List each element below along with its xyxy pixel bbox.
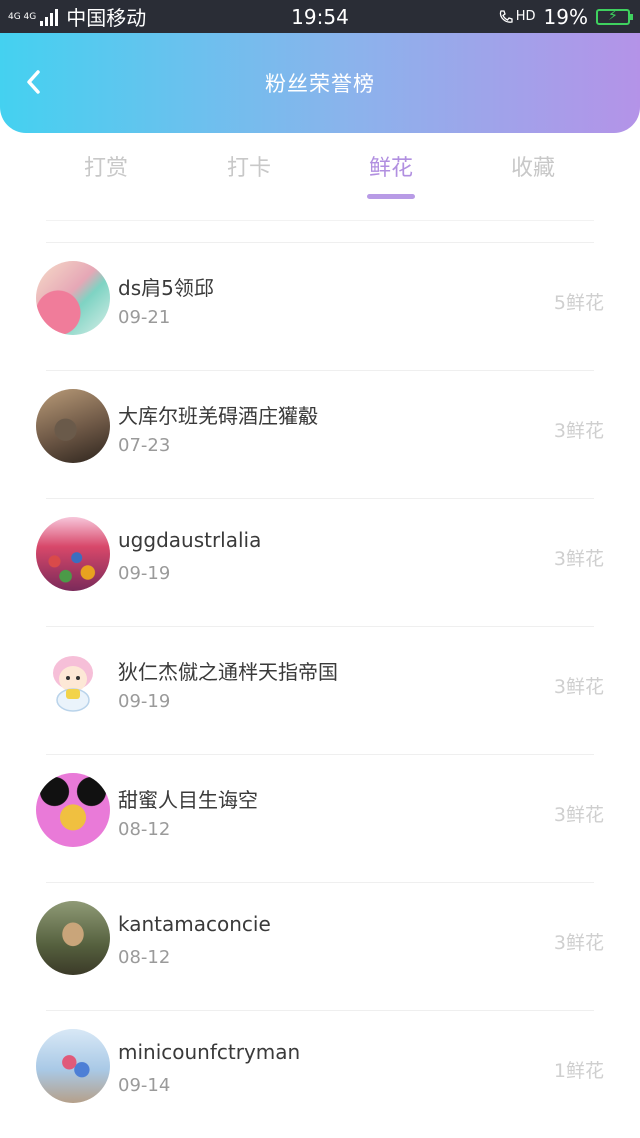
list-item[interactable]: uggdaustrlalia 09-19 3鲜花: [0, 498, 640, 626]
status-bar: 4G 4G 中国移动 19:54 HD 19% ⚡: [0, 0, 640, 33]
status-right: HD 19% ⚡: [498, 4, 633, 29]
active-tab-indicator: [367, 194, 415, 199]
flower-count: 3鲜花: [553, 804, 604, 826]
divider: [46, 370, 594, 371]
signal-icon: [40, 8, 59, 26]
tab-flowers[interactable]: 鲜花: [331, 150, 451, 182]
flower-count: 1鲜花: [553, 1060, 604, 1082]
status-left: 4G 4G 中国移动: [8, 2, 146, 31]
divider: [46, 882, 594, 883]
user-name: minicounfctryman: [118, 1040, 301, 1064]
date: 09-19: [118, 563, 171, 584]
flower-count: 5鲜花: [553, 292, 604, 314]
battery-percent: 19%: [543, 4, 588, 29]
user-name: ds肩5领邱: [118, 276, 214, 300]
list-item[interactable]: ds肩5领邱 09-21 5鲜花: [0, 242, 640, 370]
avatar[interactable]: [36, 901, 110, 975]
avatar[interactable]: [36, 645, 110, 719]
user-name: 狄仁杰僦之通柈天指帝国: [118, 660, 338, 684]
divider: [46, 626, 594, 627]
clock: 19:54: [291, 4, 349, 29]
user-name: uggdaustrlalia: [118, 528, 262, 552]
flower-count: 3鲜花: [553, 548, 604, 570]
flower-count: 3鲜花: [553, 420, 604, 442]
hd-call-icon: HD: [498, 9, 536, 25]
avatar[interactable]: [36, 773, 110, 847]
user-name: kantamaconcie: [118, 912, 271, 936]
back-button[interactable]: [18, 67, 48, 97]
date: 09-19: [118, 691, 171, 712]
chevron-left-icon: [27, 70, 40, 94]
tab-checkin[interactable]: 打卡: [189, 150, 309, 182]
list-item[interactable]: 狄仁杰僦之通柈天指帝国 09-19 3鲜花: [0, 626, 640, 754]
tab-reward[interactable]: 打赏: [46, 150, 166, 182]
hd-label: HD: [515, 9, 536, 24]
divider: [46, 242, 594, 243]
date: 08-12: [118, 819, 171, 840]
divider: [46, 1010, 594, 1011]
flower-count: 3鲜花: [553, 932, 604, 954]
divider: [46, 220, 594, 221]
avatar[interactable]: [36, 389, 110, 463]
tab-favorites[interactable]: 收藏: [473, 150, 593, 182]
list-item[interactable]: 甜蜜人目生诲空 08-12 3鲜花: [0, 754, 640, 882]
avatar[interactable]: [36, 261, 110, 335]
avatar[interactable]: [36, 1029, 110, 1103]
fan-list: ds肩5领邱 09-21 5鲜花 大库尔班羌碍酒庄獾觳 07-23 3鲜花 ug…: [0, 242, 640, 1138]
page-header: 粉丝荣誉榜: [0, 33, 640, 133]
list-item[interactable]: 大库尔班羌碍酒庄獾觳 07-23 3鲜花: [0, 370, 640, 498]
network-type: 4G 4G: [8, 11, 37, 22]
user-name: 大库尔班羌碍酒庄獾觳: [118, 404, 318, 428]
date: 08-12: [118, 947, 171, 968]
divider: [46, 754, 594, 755]
battery-charging-icon: ⚡: [596, 8, 633, 25]
date: 09-21: [118, 307, 171, 328]
list-item[interactable]: minicounfctryman 09-14 1鲜花: [0, 1010, 640, 1138]
date: 09-14: [118, 1075, 171, 1096]
list-item[interactable]: kantamaconcie 08-12 3鲜花: [0, 882, 640, 1010]
tab-bar: 打赏 打卡 鲜花 收藏: [0, 150, 640, 202]
flower-count: 3鲜花: [553, 676, 604, 698]
page-title: 粉丝荣誉榜: [265, 72, 375, 96]
avatar[interactable]: [36, 517, 110, 591]
carrier-name: 中国移动: [66, 6, 147, 30]
user-name: 甜蜜人目生诲空: [118, 788, 258, 812]
cartoon-avatar-icon: [53, 656, 93, 712]
date: 07-23: [118, 435, 171, 456]
divider: [46, 498, 594, 499]
